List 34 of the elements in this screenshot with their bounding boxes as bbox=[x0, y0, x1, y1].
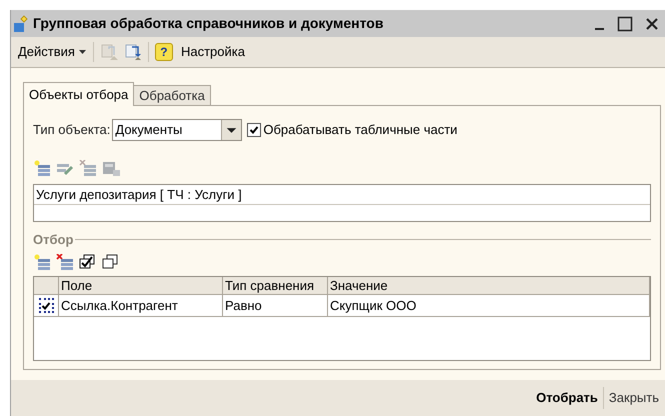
object-type-label: Тип объекта: bbox=[33, 121, 110, 140]
app-icon bbox=[13, 14, 29, 32]
delete-row-icon bbox=[79, 160, 97, 176]
maximize-icon[interactable] bbox=[617, 16, 633, 32]
tab[interactable]: Обработка bbox=[134, 85, 211, 105]
table-cell: Скупщик ООО bbox=[328, 294, 650, 316]
checkmark-icon bbox=[41, 300, 51, 310]
checkbox-label: Обрабатывать табличные части bbox=[263, 121, 458, 140]
column-header[interactable]: Поле bbox=[59, 276, 223, 294]
add-row-icon[interactable] bbox=[33, 160, 51, 176]
checkmark-icon bbox=[249, 125, 260, 135]
column-header[interactable]: Значение bbox=[328, 276, 650, 294]
section-title: Отбор bbox=[33, 231, 74, 249]
table-cell: Ссылка.Контрагент bbox=[59, 294, 223, 316]
list-row[interactable]: Услуги депозитария [ ТЧ : Услуги ] bbox=[34, 185, 650, 205]
row-checkbox[interactable] bbox=[38, 298, 54, 313]
caret-icon bbox=[78, 50, 86, 54]
checkbox[interactable] bbox=[247, 123, 262, 137]
add-row-icon[interactable] bbox=[33, 254, 51, 270]
settings-button[interactable]: Настройка bbox=[180, 42, 245, 62]
check-all-icon[interactable] bbox=[79, 254, 97, 270]
document-arrow-icon[interactable] bbox=[124, 43, 142, 61]
uncheck-all-icon[interactable] bbox=[102, 254, 120, 270]
button[interactable]: Закрыть bbox=[608, 388, 659, 408]
window-title: Групповая обработка справочников и документов bbox=[33, 14, 384, 33]
actions-menu[interactable]: Действия bbox=[17, 42, 87, 62]
column-header[interactable]: Тип сравнения bbox=[223, 276, 328, 294]
table-cell: Равно bbox=[223, 294, 328, 316]
help-button[interactable]: ? bbox=[154, 43, 173, 61]
default-button[interactable]: Отобрать bbox=[536, 388, 598, 408]
close-icon[interactable] bbox=[645, 16, 659, 30]
delete-row-icon[interactable] bbox=[56, 254, 74, 270]
tab[interactable]: Объекты отбора bbox=[23, 82, 134, 106]
object-type-dropdown[interactable]: Документы bbox=[112, 119, 242, 141]
